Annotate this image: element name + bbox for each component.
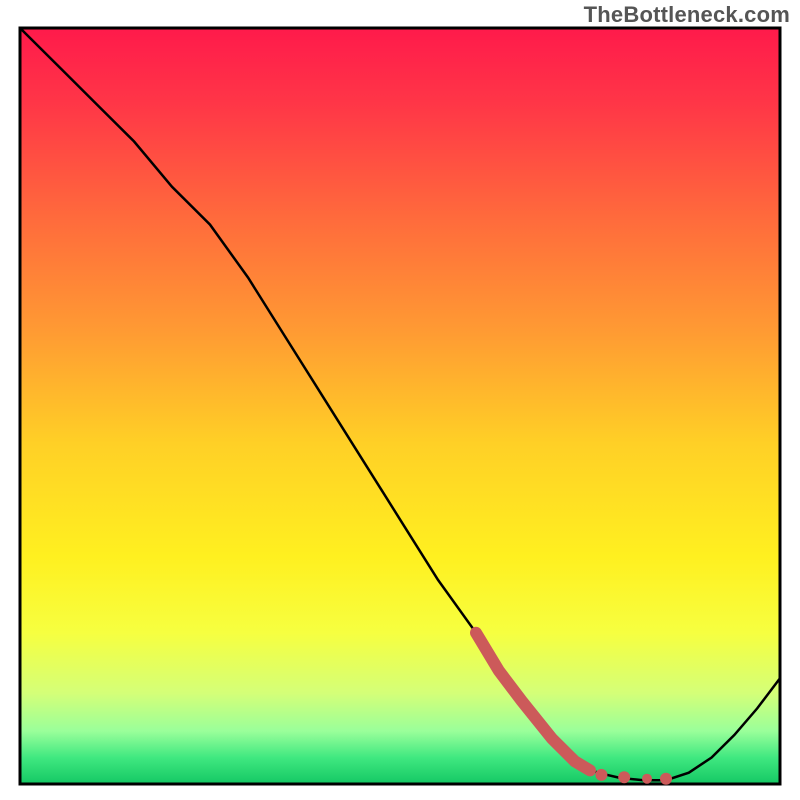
emphasis-dot [642,774,652,784]
chart-container: TheBottleneck.com [0,0,800,800]
emphasis-dot [595,769,607,781]
watermark-text: TheBottleneck.com [584,2,790,28]
bottleneck-chart [0,0,800,800]
emphasis-dot [618,771,630,783]
emphasis-dot [660,773,672,785]
